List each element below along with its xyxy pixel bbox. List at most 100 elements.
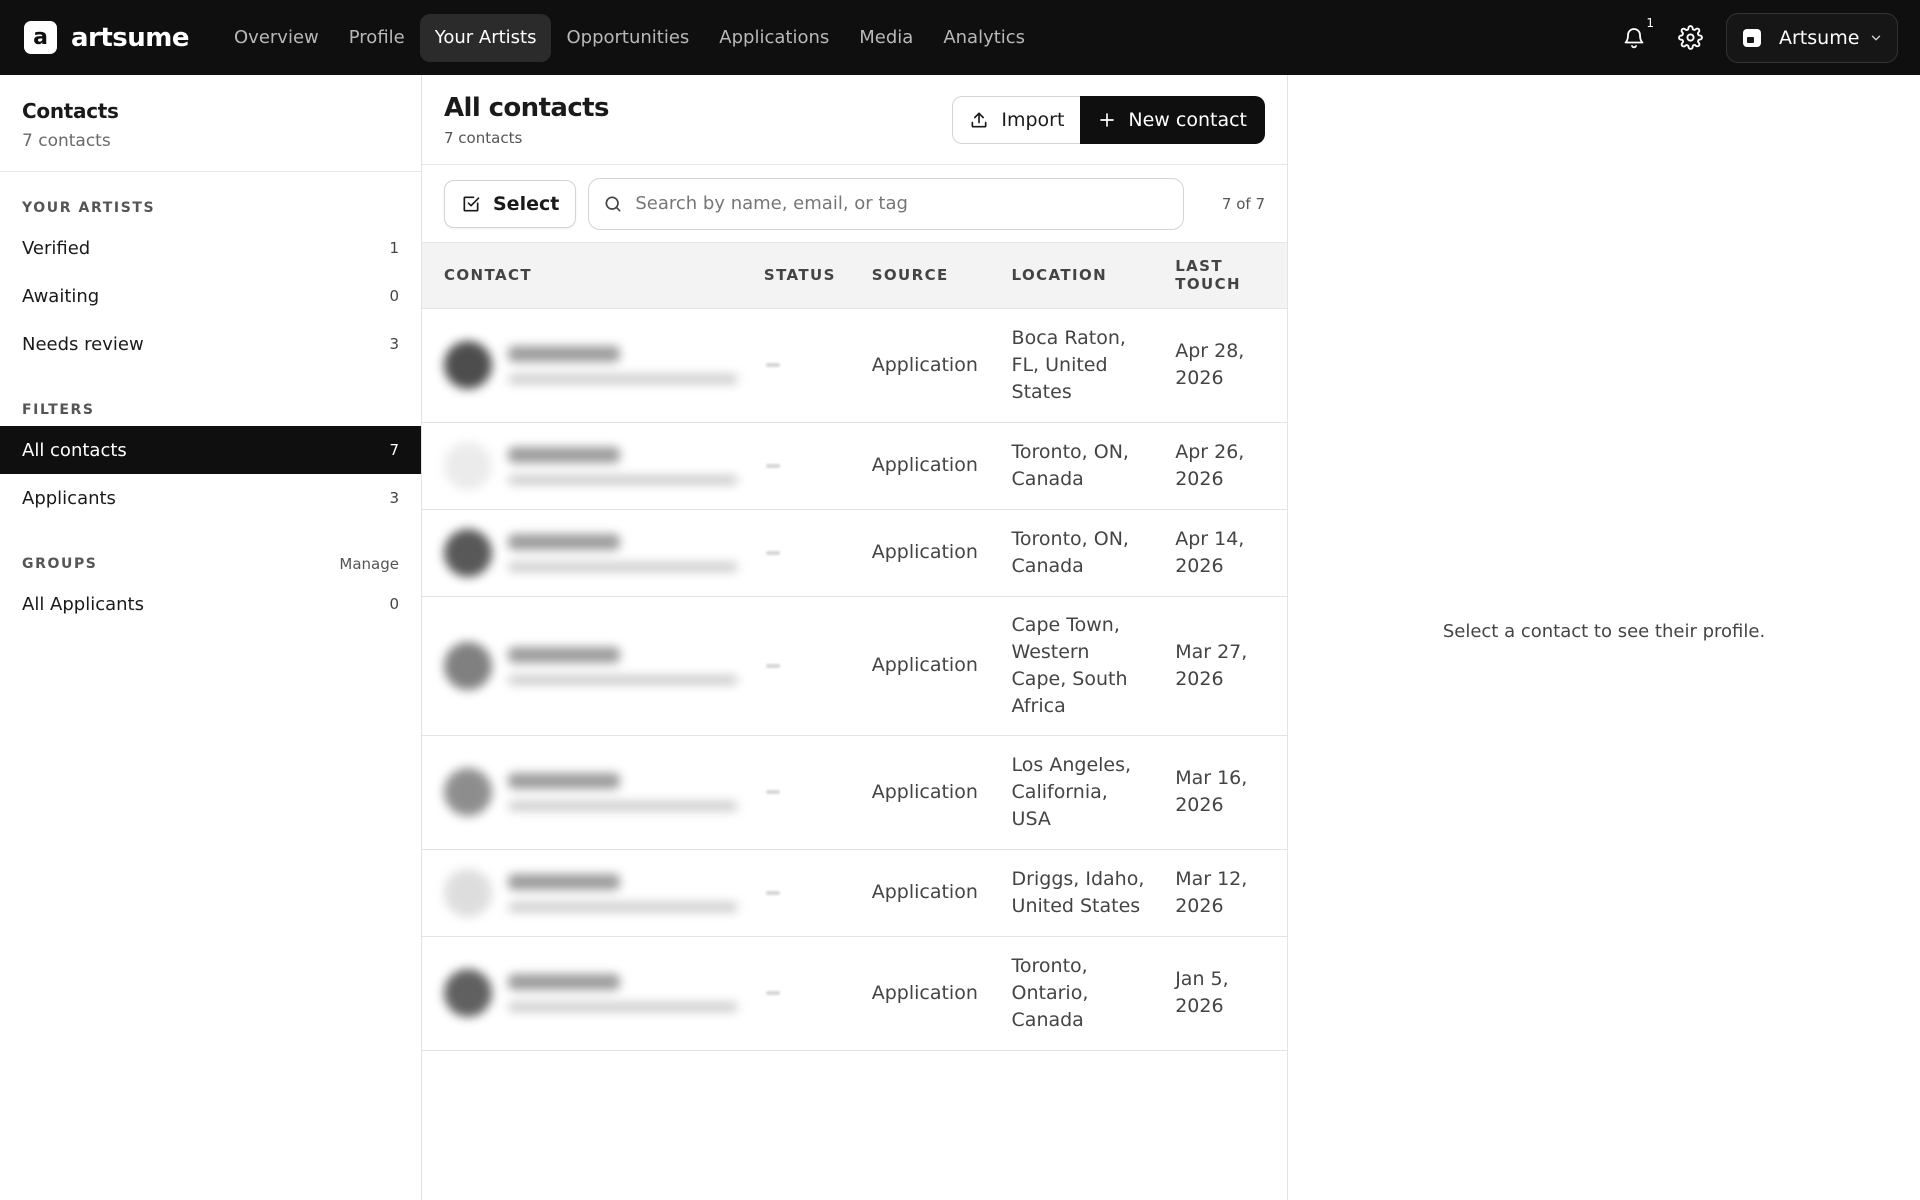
filters-heading: FILTERS <box>22 402 95 418</box>
nav-applications[interactable]: Applications <box>704 14 844 62</box>
table-row[interactable]: Application Los Angeles, California, USA Mar… <box>422 735 1287 850</box>
source-cell: Application <box>871 509 1012 597</box>
column-header-last-touch[interactable]: LAST TOUCH <box>1175 243 1287 309</box>
header-actions: Import New contact <box>952 95 1265 144</box>
column-header-status[interactable]: STATUS <box>763 243 872 309</box>
status-cell <box>763 735 872 850</box>
sidebar-item-applicants[interactable]: Applicants 3 <box>0 474 421 522</box>
brand-logo[interactable]: a artsume <box>24 21 190 54</box>
detail-empty-message: Select a contact to see their profile. <box>1442 621 1766 642</box>
location-line: Los Angeles, <box>1011 753 1132 776</box>
sidebar-item-label: Needs review <box>22 333 144 355</box>
nav-overview[interactable]: Overview <box>219 14 334 62</box>
column-header-location[interactable]: LOCATION <box>1011 243 1176 309</box>
contact-email-redacted <box>508 374 738 384</box>
status-cell <box>763 849 872 937</box>
account-menu-button[interactable]: Artsume <box>1726 12 1898 63</box>
location-line: Canada <box>1011 554 1084 577</box>
status-empty <box>765 663 780 668</box>
nav-analytics[interactable]: Analytics <box>928 14 1040 62</box>
last-touch-cell: Mar 27, 2026 <box>1175 596 1287 736</box>
sidebar-item-label: All contacts <box>22 439 127 461</box>
last-touch-cell: Jan 5, 2026 <box>1175 936 1287 1051</box>
last-touch-line: Apr 26, <box>1175 440 1245 463</box>
sidebar-item-all-applicants[interactable]: All Applicants 0 <box>0 580 421 628</box>
table-row[interactable]: Application Boca Raton, FL, United States Ap… <box>422 308 1287 423</box>
last-touch-cell: Apr 28, 2026 <box>1175 308 1287 423</box>
location-line: Toronto, <box>1011 954 1088 977</box>
last-touch-cell: Apr 14, 2026 <box>1175 509 1287 597</box>
checkbox-icon <box>463 196 480 211</box>
last-touch-cell: Apr 26, 2026 <box>1175 422 1287 510</box>
contact-email-redacted <box>508 474 738 485</box>
contact-name-redacted <box>508 773 620 789</box>
select-button[interactable]: Select <box>444 179 577 228</box>
last-touch-line: 2026 <box>1175 367 1224 389</box>
location-line: United States <box>1011 894 1141 917</box>
sidebar-item-verified[interactable]: Verified 1 <box>0 224 421 272</box>
top-navigation-bar: a artsume Overview Profile Your Artists … <box>0 0 1920 75</box>
sidebar-header: Contacts 7 contacts <box>0 75 421 172</box>
sidebar-item-all-contacts[interactable]: All contacts 7 <box>0 426 421 474</box>
sidebar-item-needs-review[interactable]: Needs review 3 <box>0 320 421 368</box>
gear-icon <box>1677 25 1703 50</box>
status-empty <box>765 890 780 895</box>
select-label: Select <box>493 192 560 215</box>
column-header-source[interactable]: SOURCE <box>871 243 1012 309</box>
location-cell: Toronto, ON, Canada <box>1011 509 1176 597</box>
table-row[interactable]: Application Toronto, ON, Canada Apr 26, 2026 <box>422 422 1287 510</box>
table-row[interactable]: Application Cape Town, Western Cape, South A… <box>422 596 1287 736</box>
avatar <box>444 969 492 1017</box>
search-input[interactable] <box>635 193 1170 214</box>
new-contact-button[interactable]: New contact <box>1080 95 1265 144</box>
last-touch-line: Mar 27, <box>1175 640 1248 663</box>
logo-mark: a <box>24 21 57 54</box>
last-touch-line: Apr 28, <box>1175 340 1245 362</box>
last-touch-line: Mar 12, <box>1175 867 1248 890</box>
contact-name-redacted <box>508 873 620 890</box>
sidebar-item-awaiting[interactable]: Awaiting 0 <box>0 272 421 320</box>
bell-icon <box>1624 27 1644 48</box>
location-line: Driggs, Idaho, <box>1011 867 1145 890</box>
table-row[interactable]: Application Toronto, ON, Canada Apr 14, 2026 <box>422 509 1287 597</box>
location-line: Western <box>1011 640 1090 663</box>
contact-email-redacted <box>508 801 738 811</box>
location-line: Boca Raton, <box>1011 326 1126 349</box>
page-title: All contacts <box>444 92 609 123</box>
nav-your-artists[interactable]: Your Artists <box>419 13 552 62</box>
notifications-button[interactable]: 1 <box>1614 16 1654 58</box>
contact-name-redacted <box>508 533 620 550</box>
column-header-contact[interactable]: CONTACT <box>422 243 764 309</box>
sidebar-item-label: Verified <box>22 237 91 259</box>
contact-identity-redacted <box>444 969 764 1017</box>
nav-opportunities[interactable]: Opportunities <box>551 14 704 62</box>
chevron-down-icon <box>1871 35 1881 40</box>
location-cell: Cape Town, Western Cape, South Africa <box>1011 596 1176 736</box>
new-contact-label: New contact <box>1128 108 1247 131</box>
table-row[interactable]: Application Toronto, Ontario, Canada Jan 5, 2… <box>422 936 1287 1051</box>
sidebar-title: Contacts <box>22 99 119 123</box>
nav-profile[interactable]: Profile <box>334 14 420 62</box>
groups-heading: GROUPS <box>22 556 98 572</box>
source-cell: Application <box>871 849 1012 937</box>
search-field[interactable] <box>588 177 1185 230</box>
table-row[interactable]: Application Driggs, Idaho, United States Ma… <box>422 849 1287 937</box>
import-button[interactable]: Import <box>952 95 1081 144</box>
settings-button[interactable] <box>1670 18 1710 58</box>
search-icon <box>605 196 621 211</box>
upload-icon <box>971 112 987 127</box>
contact-cell <box>422 596 764 736</box>
contact-cell <box>422 735 764 850</box>
contact-email-redacted <box>508 674 738 685</box>
sidebar-item-count: 0 <box>389 287 399 305</box>
source-cell: Application <box>871 422 1012 510</box>
status-empty <box>765 550 780 555</box>
sidebar-item-count: 3 <box>389 489 399 507</box>
last-touch-line: 2026 <box>1175 467 1224 490</box>
source-cell: Application <box>871 936 1012 1051</box>
manage-groups-link[interactable]: Manage <box>339 555 399 573</box>
nav-media[interactable]: Media <box>844 14 928 62</box>
status-cell <box>763 308 872 423</box>
location-line: Canada <box>1011 1008 1084 1031</box>
page-subtitle: 7 contacts <box>444 128 523 147</box>
